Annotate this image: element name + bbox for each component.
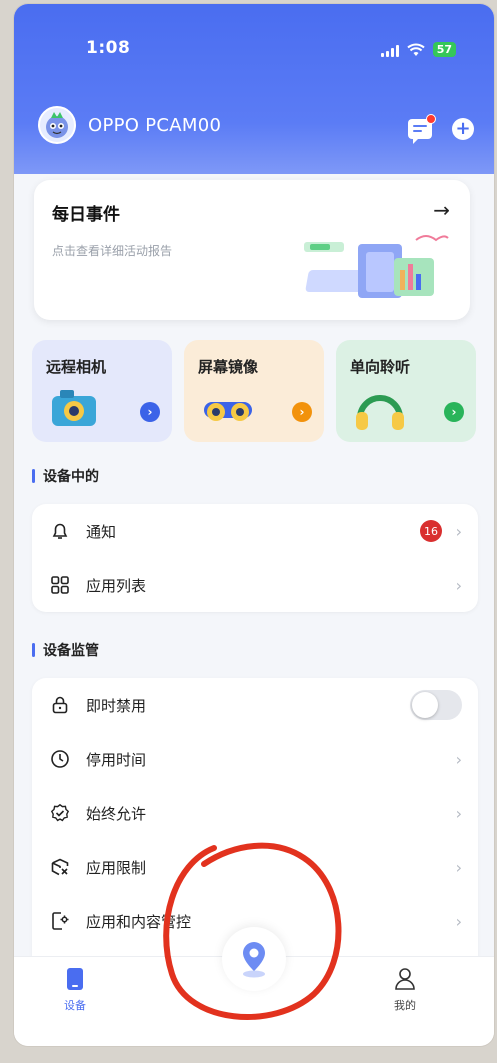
camera-icon bbox=[52, 390, 96, 426]
headphones-icon bbox=[356, 395, 404, 430]
chevron-right-icon: › bbox=[455, 857, 462, 877]
row-label: 即时禁用 bbox=[86, 696, 147, 715]
notification-count-badge: 16 bbox=[420, 520, 442, 542]
section-accent-bar bbox=[32, 643, 35, 657]
row-label: 通知 bbox=[86, 522, 117, 541]
chevron-right-icon: › bbox=[455, 911, 462, 931]
clock-icon bbox=[48, 747, 72, 771]
one-way-listen-card[interactable]: 单向聆听 › bbox=[336, 340, 476, 442]
quick-label: 单向聆听 bbox=[350, 358, 411, 376]
device-list-card: 通知 16 › 应用列表 › bbox=[32, 504, 478, 612]
device-tab-icon bbox=[67, 968, 83, 990]
tab-device-label: 设备 bbox=[64, 999, 86, 1012]
grid-icon bbox=[48, 573, 72, 597]
row-label: 应用限制 bbox=[86, 858, 147, 877]
row-always-allowed[interactable]: 始终允许 › bbox=[32, 786, 478, 840]
row-app-limits[interactable]: 应用限制 › bbox=[32, 840, 478, 894]
box-restrict-icon bbox=[48, 855, 72, 879]
section-accent-bar bbox=[32, 469, 35, 483]
row-downtime[interactable]: 停用时间 › bbox=[32, 732, 478, 786]
daily-events-subtitle: 点击查看详细活动报告 bbox=[52, 244, 173, 258]
screen-mirror-card[interactable]: 屏幕镜像 › bbox=[184, 340, 324, 442]
avatar bbox=[38, 106, 76, 144]
signal-icon bbox=[380, 43, 399, 57]
row-app-list[interactable]: 应用列表 › bbox=[32, 558, 478, 612]
quick-label: 屏幕镜像 bbox=[198, 358, 259, 376]
tab-me-label: 我的 bbox=[394, 999, 416, 1012]
daily-events-card[interactable]: 每日事件 点击查看详细活动报告 → bbox=[34, 180, 470, 320]
status-icons: 57 bbox=[380, 42, 456, 57]
quick-label: 远程相机 bbox=[46, 358, 107, 376]
row-label: 始终允许 bbox=[86, 804, 147, 823]
app-header: 1:08 57 OPPO PCAM00 + bbox=[14, 4, 494, 174]
report-illustration-icon bbox=[304, 235, 449, 298]
section-monitor-title: 设备监管 bbox=[32, 640, 99, 660]
chevron-right-icon: › bbox=[455, 749, 462, 769]
phone-gear-icon bbox=[48, 909, 72, 933]
location-pin-icon bbox=[243, 942, 265, 978]
phone-screen: 1:08 57 OPPO PCAM00 + 每日事件 点击查看详细活动报告 → … bbox=[14, 4, 494, 1046]
binoculars-icon bbox=[204, 402, 252, 421]
header-actions: + bbox=[408, 114, 474, 144]
go-arrow-icon: › bbox=[444, 402, 464, 422]
row-label: 应用列表 bbox=[86, 576, 147, 595]
remote-camera-card[interactable]: 远程相机 › bbox=[32, 340, 172, 442]
section-monitor-label: 设备监管 bbox=[43, 643, 99, 659]
chevron-right-icon: › bbox=[455, 521, 462, 541]
tab-device[interactable]: 设备 bbox=[64, 967, 86, 1013]
quick-actions: 远程相机 › 屏幕镜像 › 单向聆听 › bbox=[32, 340, 476, 442]
row-label: 应用和内容管控 bbox=[86, 912, 192, 931]
row-label: 停用时间 bbox=[86, 750, 147, 769]
unread-dot bbox=[426, 114, 436, 124]
arrow-right-icon: → bbox=[433, 198, 450, 222]
battery-indicator: 57 bbox=[432, 42, 456, 57]
chevron-right-icon: › bbox=[455, 575, 462, 595]
go-arrow-icon: › bbox=[292, 402, 312, 422]
person-icon bbox=[395, 968, 415, 990]
message-icon[interactable] bbox=[408, 114, 436, 144]
instant-disable-toggle[interactable] bbox=[410, 690, 462, 720]
section-device-label: 设备中的 bbox=[43, 469, 99, 485]
daily-events-title: 每日事件 bbox=[52, 205, 120, 225]
monster-avatar-icon bbox=[46, 112, 68, 138]
device-selector[interactable]: OPPO PCAM00 bbox=[38, 106, 221, 144]
lock-icon bbox=[48, 693, 72, 717]
row-notifications[interactable]: 通知 16 › bbox=[32, 504, 478, 558]
device-name: OPPO PCAM00 bbox=[88, 114, 222, 136]
section-device-title: 设备中的 bbox=[32, 466, 99, 486]
go-arrow-icon: › bbox=[140, 402, 160, 422]
tab-me[interactable]: 我的 bbox=[394, 967, 416, 1013]
bell-icon bbox=[48, 519, 72, 543]
location-button[interactable] bbox=[222, 927, 286, 991]
chevron-right-icon: › bbox=[455, 803, 462, 823]
row-instant-disable[interactable]: 即时禁用 bbox=[32, 678, 478, 732]
add-icon[interactable]: + bbox=[452, 118, 474, 140]
status-time: 1:08 bbox=[86, 38, 131, 58]
verified-check-icon bbox=[48, 801, 72, 825]
wifi-icon bbox=[407, 43, 425, 56]
bottom-tab-bar: 设备 我的 bbox=[14, 927, 494, 1046]
